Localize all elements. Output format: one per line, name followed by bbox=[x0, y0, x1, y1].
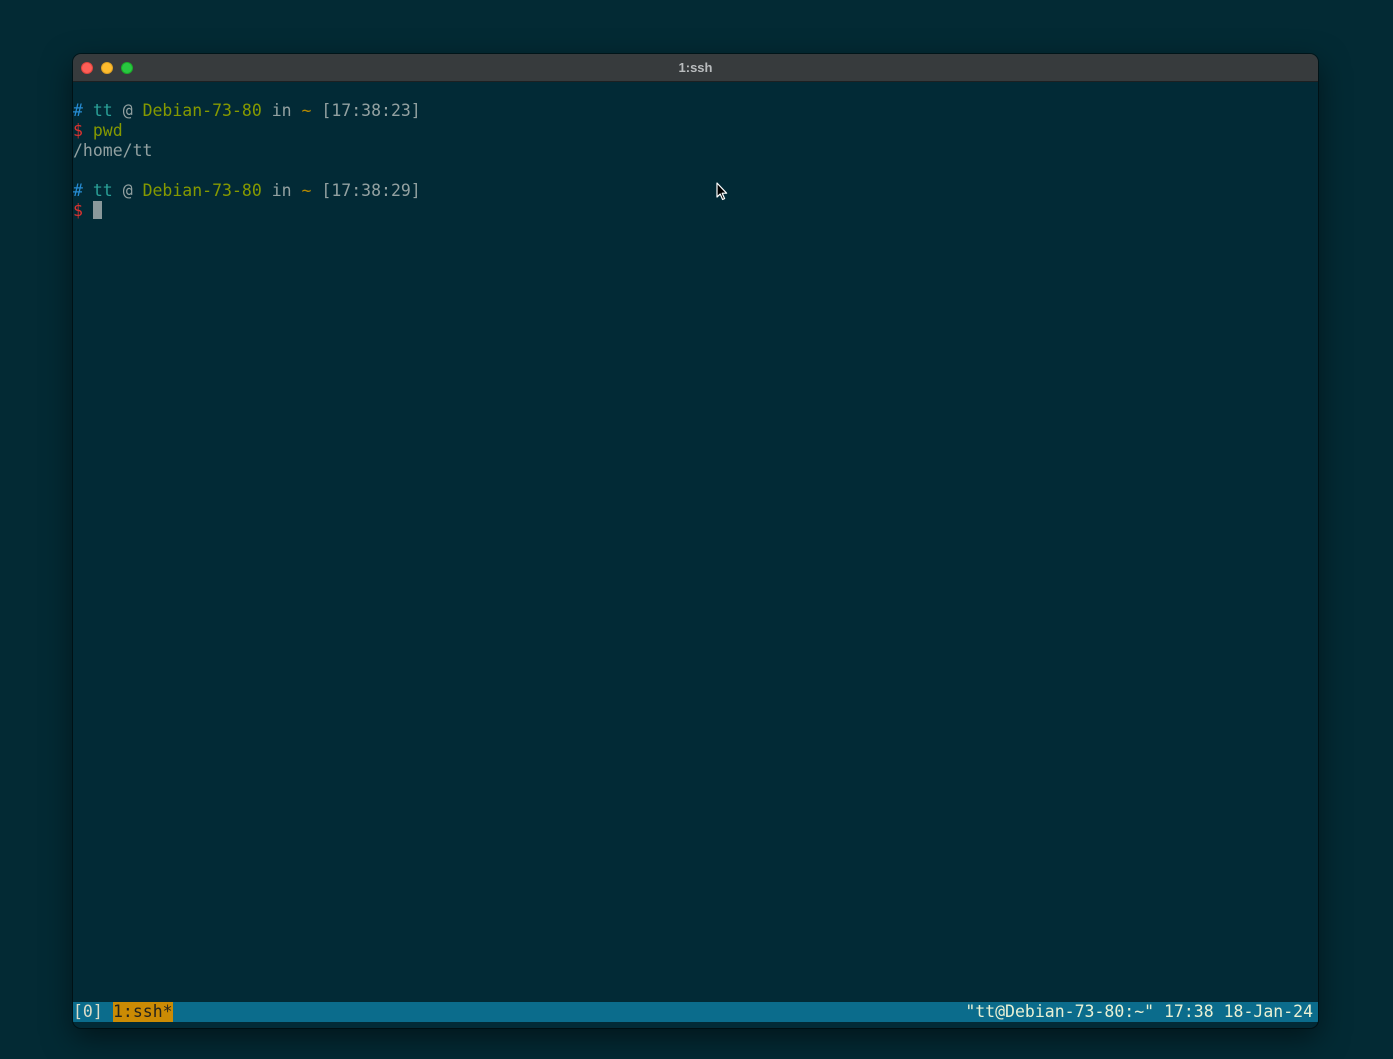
prompt-header-line: # tt @ Debian-73-80 in ~ [17:38:23] bbox=[73, 101, 1318, 121]
window-title: 1:ssh bbox=[678, 60, 713, 75]
tmux-status-bar: [0] 1:ssh* "tt@Debian-73-80:~" 17:38 18-… bbox=[73, 1002, 1318, 1022]
terminal-content[interactable]: # tt @ Debian-73-80 in ~ [17:38:23] $ pw… bbox=[73, 101, 1318, 221]
terminal-window[interactable]: 1:ssh # tt @ Debian-73-80 in ~ [17:38:23… bbox=[73, 54, 1318, 1028]
prompt-dir: ~ bbox=[301, 181, 312, 200]
command-output: /home/tt bbox=[73, 141, 153, 160]
active-command-line[interactable]: $ bbox=[73, 201, 1318, 221]
prompt-user: tt bbox=[92, 181, 113, 200]
prompt-user: tt bbox=[92, 101, 113, 120]
prompt-dollar: $ bbox=[73, 201, 83, 220]
text-cursor bbox=[92, 201, 102, 219]
prompt-host: Debian-73-80 bbox=[142, 181, 262, 200]
prompt-host: Debian-73-80 bbox=[142, 101, 262, 120]
active-window-tab[interactable]: 1:ssh* bbox=[113, 1002, 173, 1022]
status-right-info: "tt@Debian-73-80:~" 17:38 18-Jan-24 bbox=[965, 1002, 1313, 1021]
prompt-hash: # bbox=[73, 181, 83, 200]
prompt-time: [17:38:29] bbox=[321, 181, 421, 200]
prompt-at: @ bbox=[122, 181, 133, 200]
prompt-in: in bbox=[271, 181, 292, 200]
session-indicator: [0] bbox=[73, 1002, 103, 1021]
prompt-header-line: # tt @ Debian-73-80 in ~ [17:38:29] bbox=[73, 181, 1318, 201]
mouse-pointer-icon bbox=[716, 182, 728, 201]
command-line: $ pwd bbox=[73, 121, 1318, 141]
title-bar[interactable]: 1:ssh bbox=[73, 54, 1318, 82]
prompt-hash: # bbox=[73, 101, 83, 120]
command-text: pwd bbox=[92, 121, 123, 140]
prompt-time: [17:38:23] bbox=[321, 101, 421, 120]
prompt-dir: ~ bbox=[301, 101, 312, 120]
prompt-at: @ bbox=[122, 101, 133, 120]
prompt-dollar: $ bbox=[73, 121, 83, 140]
prompt-in: in bbox=[271, 101, 292, 120]
